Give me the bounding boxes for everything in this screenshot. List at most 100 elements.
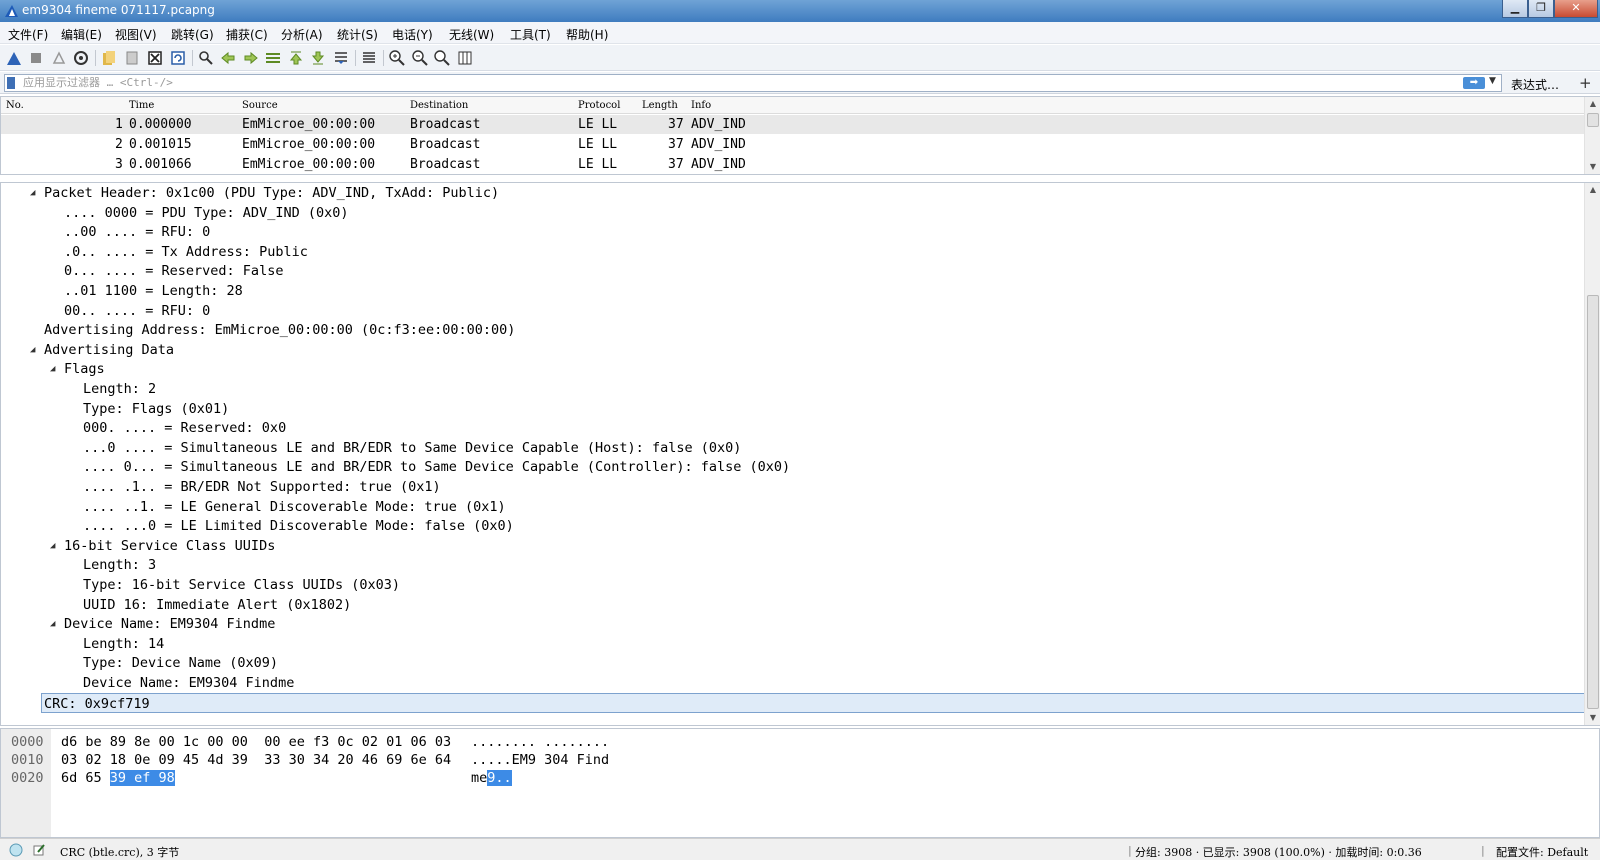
menu-analyze[interactable]: 分析(A): [281, 26, 323, 43]
tree-item[interactable]: Length: 2: [1, 379, 1585, 399]
tree-collapse-icon[interactable]: ◢: [30, 340, 40, 360]
expression-button[interactable]: 表达式…: [1511, 76, 1559, 93]
save-file-icon[interactable]: [123, 49, 141, 67]
tree-item[interactable]: .... ..1. = LE General Discoverable Mode…: [1, 497, 1585, 517]
tree-item[interactable]: ◢ 16-bit Service Class UUIDs: [1, 536, 1585, 556]
go-to-packet-icon[interactable]: [264, 49, 282, 67]
go-back-icon[interactable]: [219, 49, 237, 67]
col-source[interactable]: Source: [242, 100, 278, 111]
tree-item[interactable]: CRC: 0x9cf719: [41, 692, 1585, 713]
scroll-up-icon[interactable]: ▲: [1585, 97, 1600, 111]
menu-capture[interactable]: 捕获(C): [226, 26, 268, 43]
tree-item[interactable]: Advertising Address: EmMicroe_00:00:00 (…: [1, 320, 1585, 340]
tree-item[interactable]: 00.. .... = RFU: 0: [1, 301, 1585, 321]
display-filter-input[interactable]: 应用显示过滤器 … <Ctrl-/>: [4, 74, 1502, 92]
auto-scroll-icon[interactable]: [332, 49, 350, 67]
bookmark-icon[interactable]: [7, 77, 15, 89]
stop-capture-icon[interactable]: [27, 49, 45, 67]
tree-item[interactable]: Device Name: EM9304 Findme: [1, 673, 1585, 693]
tree-item[interactable]: Type: Device Name (0x09): [1, 653, 1585, 673]
col-no[interactable]: No.: [6, 100, 24, 111]
scroll-up-icon[interactable]: ▲: [1585, 183, 1600, 197]
zoom-out-icon[interactable]: [411, 49, 429, 67]
tree-item[interactable]: ◢ Flags: [1, 359, 1585, 379]
hex-bytes[interactable]: 03 02 18 0e 09 45 4d 39 33 30 34 20 46 6…: [61, 751, 451, 769]
colorize-icon[interactable]: [360, 49, 378, 67]
tree-collapse-icon[interactable]: ◢: [30, 183, 40, 203]
tree-item[interactable]: ◢ Advertising Data: [1, 340, 1585, 360]
tree-collapse-icon[interactable]: ◢: [50, 614, 60, 634]
hex-bytes[interactable]: d6 be 89 8e 00 1c 00 00 00 ee f3 0c 02 0…: [61, 733, 451, 751]
tree-item[interactable]: UUID 16: Immediate Alert (0x1802): [1, 595, 1585, 615]
status-divider: |: [1481, 844, 1485, 857]
hex-ascii[interactable]: .....EM9 304 Find: [471, 751, 609, 769]
reload-file-icon[interactable]: [169, 49, 187, 67]
tree-item[interactable]: .0.. .... = Tx Address: Public: [1, 242, 1585, 262]
tree-item[interactable]: ..01 1100 = Length: 28: [1, 281, 1585, 301]
tree-item[interactable]: ..00 .... = RFU: 0: [1, 222, 1585, 242]
zoom-normal-icon[interactable]: [433, 49, 451, 67]
col-destination[interactable]: Destination: [410, 100, 468, 111]
packet-row[interactable]: 3 0.001066 EmMicroe_00:00:00 Broadcast L…: [1, 155, 1585, 174]
status-profile[interactable]: 配置文件: Default: [1496, 844, 1588, 860]
go-forward-icon[interactable]: [242, 49, 260, 67]
tree-item[interactable]: ◢ Device Name: EM9304 Findme: [1, 614, 1585, 634]
packet-row[interactable]: 1 0.000000 EmMicroe_00:00:00 Broadcast L…: [1, 115, 1585, 134]
chevron-down-icon[interactable]: ▼: [1489, 76, 1496, 86]
tree-item[interactable]: .... 0... = Simultaneous LE and BR/EDR t…: [1, 457, 1585, 477]
tree-item[interactable]: Length: 3: [1, 555, 1585, 575]
packet-row[interactable]: 2 0.001015 EmMicroe_00:00:00 Broadcast L…: [1, 135, 1585, 154]
tree-item[interactable]: ◢ Packet Header: 0x1c00 (PDU Type: ADV_IN…: [1, 183, 1585, 203]
find-packet-icon[interactable]: [197, 49, 215, 67]
packet-list-scrollbar[interactable]: ▲ ▼: [1584, 97, 1600, 174]
menu-telephony[interactable]: 电话(Y): [392, 26, 433, 43]
menu-view[interactable]: 视图(V): [115, 26, 157, 43]
restart-capture-icon[interactable]: [50, 49, 68, 67]
tree-item[interactable]: .... .1.. = BR/EDR Not Supported: true (…: [1, 477, 1585, 497]
resize-columns-icon[interactable]: [456, 49, 474, 67]
add-filter-button[interactable]: +: [1579, 74, 1592, 92]
col-time[interactable]: Time: [129, 100, 154, 111]
tree-item[interactable]: ...0 .... = Simultaneous LE and BR/EDR t…: [1, 438, 1585, 458]
tree-item[interactable]: 0... .... = Reserved: False: [1, 261, 1585, 281]
hex-ascii[interactable]: me9..: [471, 769, 512, 787]
open-file-icon[interactable]: [100, 49, 118, 67]
scroll-thumb[interactable]: [1587, 295, 1599, 709]
restore-button[interactable]: ❐: [1528, 0, 1554, 18]
menu-edit[interactable]: 编辑(E): [61, 26, 102, 43]
col-length[interactable]: Length: [642, 100, 678, 111]
menu-go[interactable]: 跳转(G): [171, 26, 214, 43]
menu-help[interactable]: 帮助(H): [566, 26, 608, 43]
details-scrollbar[interactable]: ▲ ▼: [1584, 183, 1600, 725]
hex-ascii[interactable]: ........ ........: [471, 733, 609, 751]
tree-collapse-icon[interactable]: ◢: [50, 536, 60, 556]
col-protocol[interactable]: Protocol: [578, 100, 620, 111]
scroll-down-icon[interactable]: ▼: [1585, 160, 1600, 174]
tree-item[interactable]: Type: 16-bit Service Class UUIDs (0x03): [1, 575, 1585, 595]
menu-statistics[interactable]: 统计(S): [337, 26, 378, 43]
tree-item[interactable]: 000. .... = Reserved: 0x0: [1, 418, 1585, 438]
close-button[interactable]: ✕: [1554, 0, 1598, 18]
menu-wireless[interactable]: 无线(W): [449, 26, 494, 43]
tree-item[interactable]: .... 0000 = PDU Type: ADV_IND (0x0): [1, 203, 1585, 223]
close-file-icon[interactable]: [146, 49, 164, 67]
apply-filter-arrow-icon[interactable]: ➡: [1463, 77, 1485, 89]
col-info[interactable]: Info: [691, 100, 711, 111]
go-first-icon[interactable]: [287, 49, 305, 67]
menu-file[interactable]: 文件(F): [8, 26, 48, 43]
tree-item[interactable]: Type: Flags (0x01): [1, 399, 1585, 419]
menu-tools[interactable]: 工具(T): [510, 26, 551, 43]
scroll-down-icon[interactable]: ▼: [1585, 711, 1600, 725]
tree-collapse-icon[interactable]: ◢: [50, 359, 60, 379]
start-capture-icon[interactable]: [5, 49, 23, 67]
edit-comment-icon[interactable]: [32, 843, 46, 857]
zoom-in-icon[interactable]: [388, 49, 406, 67]
hex-bytes[interactable]: 6d 65 39 ef 98: [61, 769, 175, 787]
tree-item[interactable]: Length: 14: [1, 634, 1585, 654]
expert-info-icon[interactable]: [9, 843, 23, 857]
tree-item[interactable]: .... ...0 = LE Limited Discoverable Mode…: [1, 516, 1585, 536]
go-last-icon[interactable]: [309, 49, 327, 67]
capture-options-icon[interactable]: [72, 49, 90, 67]
minimize-button[interactable]: ▁: [1502, 0, 1528, 18]
scroll-thumb[interactable]: [1587, 113, 1599, 127]
